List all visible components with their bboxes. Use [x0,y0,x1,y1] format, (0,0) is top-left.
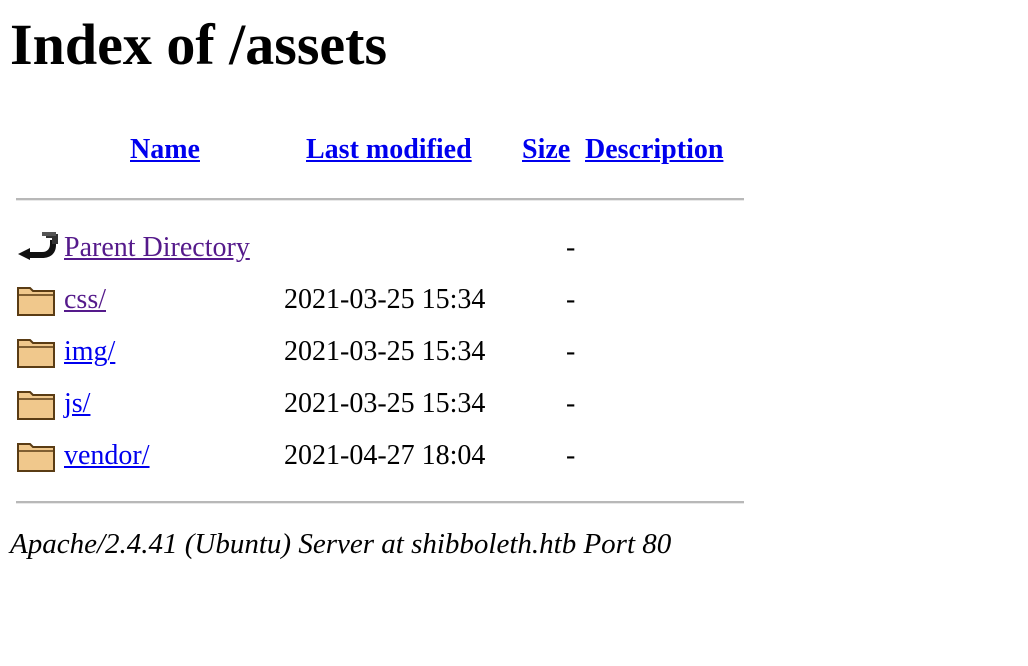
modified-date: 2021-03-25 15:34 [284,284,486,315]
modified-date: 2021-03-25 15:34 [284,336,486,367]
parent-directory-link-wrap: Parent Directory [64,230,250,266]
file-size: - [566,440,576,471]
file-size: - [566,336,576,367]
folder-link-vendor[interactable]: vendor/ [64,440,150,471]
folder-link-wrap: vendor/ [64,438,150,474]
list-item-css: css/ 2021-03-25 15:34 - [16,274,744,324]
file-size: - [566,388,576,419]
parent-directory-link[interactable]: Parent Directory [64,232,250,263]
list-item-js: js/ 2021-03-25 15:34 - [16,378,744,428]
file-size: - [566,232,576,263]
column-header-size[interactable]: Size [522,132,570,168]
list-item-vendor: vendor/ 2021-04-27 18:04 - [16,430,744,480]
folder-link-wrap: css/ [64,282,106,318]
folder-icon[interactable] [16,280,60,320]
column-header-name[interactable]: Name [130,132,200,168]
modified-date: 2021-04-27 18:04 [284,440,486,471]
page-title: Index of /assets [10,12,388,77]
footer-divider [16,501,744,504]
folder-link-img[interactable]: img/ [64,336,115,367]
sort-by-description-link[interactable]: Description [585,134,723,165]
sort-by-last-modified-link[interactable]: Last modified [306,134,472,165]
column-header-last-modified[interactable]: Last modified [306,132,472,168]
folder-link-js[interactable]: js/ [64,388,90,419]
folder-icon[interactable] [16,384,60,424]
folder-link-wrap: img/ [64,334,115,370]
folder-icon[interactable] [16,332,60,372]
column-header-description[interactable]: Description [585,132,723,168]
file-size: - [566,284,576,315]
sort-by-name-link[interactable]: Name [130,134,200,165]
back-arrow-icon[interactable] [16,228,60,268]
sort-by-size-link[interactable]: Size [522,134,570,165]
folder-link-css[interactable]: css/ [64,284,106,315]
modified-date: 2021-03-25 15:34 [284,388,486,419]
list-item-img: img/ 2021-03-25 15:34 - [16,326,744,376]
folder-icon[interactable] [16,436,60,476]
header-divider [16,198,744,201]
folder-link-wrap: js/ [64,386,90,422]
server-signature: Apache/2.4.41 (Ubuntu) Server at shibbol… [10,528,672,560]
list-item-parent-directory: Parent Directory - [16,222,744,272]
